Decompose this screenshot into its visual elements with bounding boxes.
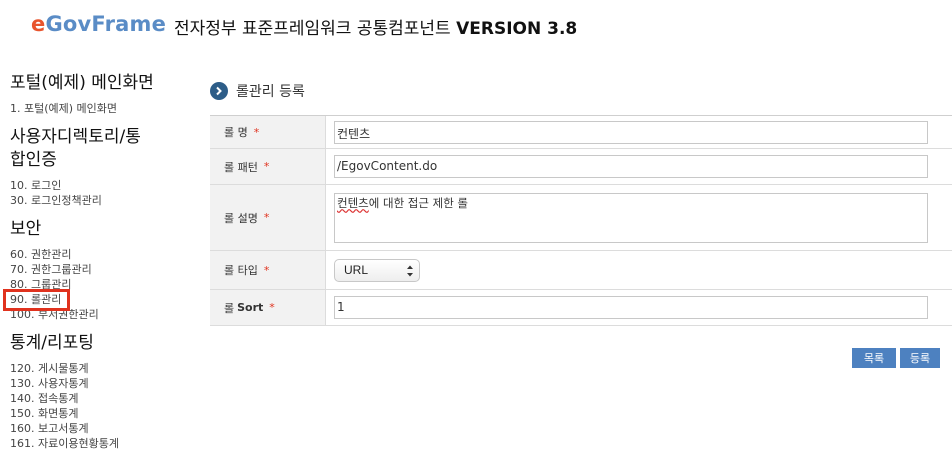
section-title-security: 보안	[10, 219, 42, 239]
row-role-desc: 롤 설명 * 컨텐츠에 대한 접근 제한 롤	[210, 185, 952, 251]
row-role-name: 롤 명 * 컨텐츠	[210, 116, 952, 149]
menu-item-screen-stats[interactable]: 150. 화면통계	[10, 406, 185, 421]
page-heading: 롤관리 등록	[210, 78, 952, 104]
row-role-pattern: 롤 패턴 * /EgovContent.do	[210, 149, 952, 185]
required-mark: *	[263, 160, 270, 173]
menu-item-auth-group[interactable]: 70. 권한그룹관리	[10, 262, 185, 277]
section-title-line2: 합인증	[10, 150, 57, 170]
menu-item-user-stats[interactable]: 130. 사용자통계	[10, 376, 185, 391]
menu-item-login[interactable]: 10. 로그인	[10, 178, 185, 193]
site-title: 전자정부 표준프레임워크 공통컴포넌트 VERSION 3.8	[174, 14, 577, 39]
select-arrows-icon	[406, 264, 414, 281]
required-mark: *	[263, 211, 270, 224]
label-role-name: 롤 명 *	[210, 116, 326, 148]
selected-menu-highlight	[3, 289, 70, 311]
list-button[interactable]: 목록	[852, 348, 896, 368]
label-role-pattern: 롤 패턴 *	[210, 149, 326, 184]
label-role-type: 롤 타입 *	[210, 251, 326, 289]
main-content: 롤관리 등록 롤 명 * 컨텐츠 롤 패턴 * /EgovContent.do 롤 …	[210, 78, 952, 368]
form-buttons: 목록 등록	[852, 348, 940, 368]
section-title-portal: 포털(예제) 메인화면	[10, 73, 154, 93]
label-role-sort: 롤 Sort *	[210, 290, 326, 325]
section-title-user-directory: 사용자디렉토리/통 합인증	[10, 126, 185, 172]
menu-item-login-policy[interactable]: 30. 로그인정책관리	[10, 193, 185, 208]
menu-item-report-stats[interactable]: 160. 보고서통계	[10, 421, 185, 436]
sidebar-menu: 포털(예제) 메인화면 1. 포털(예제) 메인화면 사용자디렉토리/통 합인증…	[10, 72, 185, 451]
menu-item-access-stats[interactable]: 140. 접속통계	[10, 391, 185, 406]
label-role-desc: 롤 설명 *	[210, 185, 326, 250]
role-name-input[interactable]: 컨텐츠	[334, 120, 928, 144]
role-desc-textarea[interactable]: 컨텐츠에 대한 접근 제한 롤	[334, 192, 928, 243]
required-mark: *	[269, 301, 275, 314]
row-role-sort: 롤 Sort * 1	[210, 290, 952, 326]
section-title-line1: 사용자디렉토리/통	[10, 127, 141, 147]
role-pattern-input[interactable]: /EgovContent.do	[334, 155, 928, 178]
required-mark: *	[263, 263, 270, 277]
chevron-right-circle-icon	[210, 82, 228, 100]
role-type-selected: URL	[344, 263, 369, 277]
logo-frame: Frame	[91, 12, 167, 36]
header: eGovFrame 전자정부 표준프레임워크 공통컴포넌트 VERSION 3.…	[0, 0, 952, 55]
menu-item-board-stats[interactable]: 120. 게시물통계	[10, 361, 185, 376]
logo-e: e	[31, 12, 46, 36]
version-label: VERSION 3.8	[456, 19, 578, 39]
logo-gov: Gov	[45, 12, 92, 36]
role-register-form: 롤 명 * 컨텐츠 롤 패턴 * /EgovContent.do 롤 설명 * 컨텐츠…	[210, 115, 952, 326]
role-type-select[interactable]: URL	[334, 258, 420, 282]
section-title-statistics: 통계/리포팅	[10, 333, 94, 353]
register-button[interactable]: 등록	[900, 348, 940, 368]
egovframe-logo[interactable]: eGovFrame	[31, 12, 166, 36]
row-role-type: 롤 타입 * URL	[210, 251, 952, 290]
menu-item-auth-manage[interactable]: 60. 권한관리	[10, 247, 185, 262]
menu-item-portal-main[interactable]: 1. 포털(예제) 메인화면	[10, 101, 185, 116]
site-title-text: 전자정부 표준프레임워크 공통컴포넌트	[174, 19, 451, 39]
required-mark: *	[253, 125, 260, 139]
menu-item-usage-stats[interactable]: 161. 자료이용현황통계	[10, 436, 185, 451]
role-sort-input[interactable]: 1	[334, 296, 928, 319]
page-title: 롤관리 등록	[236, 84, 305, 100]
